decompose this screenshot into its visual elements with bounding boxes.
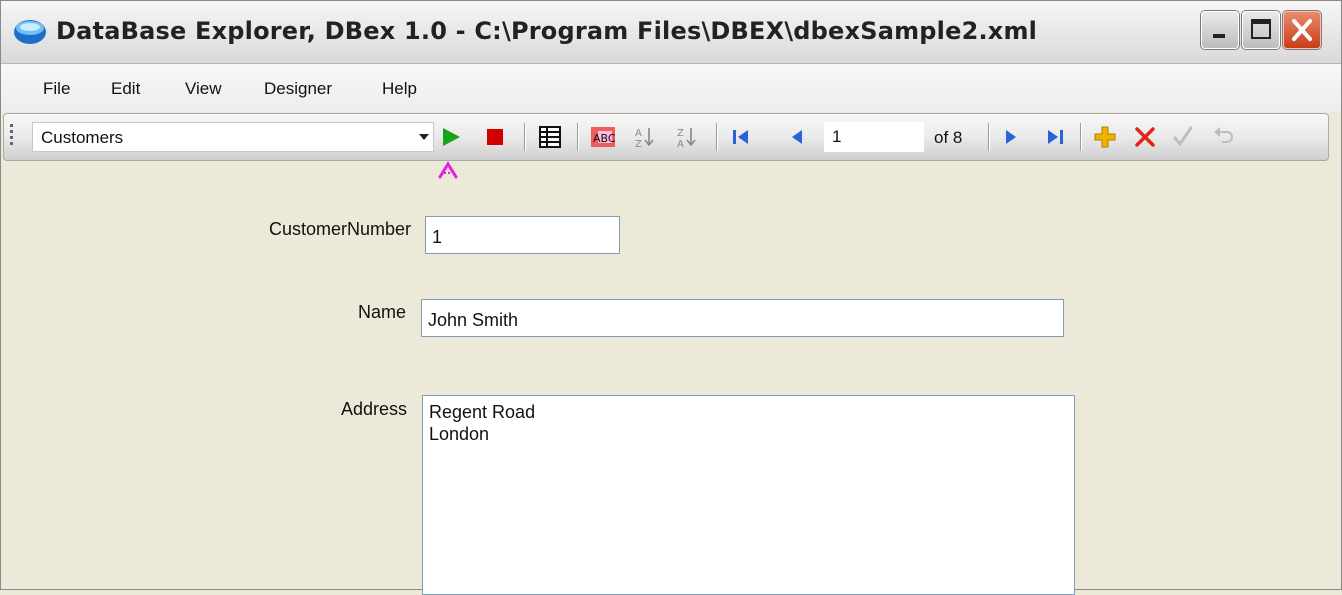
next-record-icon[interactable] — [998, 124, 1024, 150]
sort-descending-icon[interactable]: Z A — [674, 124, 700, 150]
table-select-value: Customers — [41, 128, 124, 147]
close-icon — [1292, 19, 1312, 41]
first-record-icon[interactable] — [728, 124, 754, 150]
record-count-label: of 8 — [934, 128, 963, 147]
svg-text:A: A — [635, 128, 642, 139]
app-window: DataBase Explorer, DBex 1.0 - C:\Program… — [0, 0, 1342, 595]
spell-check-icon[interactable]: ABC — [590, 124, 616, 150]
title-bar[interactable]: DataBase Explorer, DBex 1.0 - C:\Program… — [1, 1, 1341, 64]
database-icon — [14, 20, 46, 44]
toolbar-separator — [716, 123, 718, 151]
address-label: Address — [340, 399, 407, 419]
minimize-button[interactable] — [1201, 11, 1239, 49]
table-select[interactable]: Customers — [32, 122, 434, 152]
maximize-button[interactable] — [1242, 11, 1280, 49]
window-title: DataBase Explorer, DBex 1.0 - C:\Program… — [56, 17, 1038, 45]
svg-text:Z: Z — [677, 128, 684, 139]
add-record-icon[interactable] — [1092, 124, 1118, 150]
cursor-marker-icon — [438, 161, 458, 179]
last-record-icon[interactable] — [1042, 124, 1068, 150]
address-field[interactable]: Regent Road London — [422, 395, 1075, 595]
save-check-icon[interactable] — [1170, 124, 1196, 150]
maximize-icon — [1251, 19, 1271, 39]
svg-text:Z: Z — [635, 139, 642, 150]
toolbar-grip[interactable] — [10, 124, 14, 150]
menu-edit[interactable]: Edit — [111, 79, 140, 99]
toolbar-separator — [577, 123, 579, 151]
menu-file[interactable]: File — [43, 79, 70, 99]
undo-icon[interactable] — [1210, 124, 1236, 150]
run-icon[interactable] — [438, 124, 464, 150]
menu-bar: File Edit View Designer Help — [1, 64, 1341, 112]
svg-text:ABC: ABC — [593, 132, 616, 145]
delete-record-icon[interactable] — [1132, 124, 1158, 150]
customer-number-field[interactable] — [425, 216, 620, 254]
name-label: Name — [357, 302, 406, 322]
grid-view-icon[interactable] — [537, 124, 563, 150]
customer-number-label: CustomerNumber — [268, 219, 411, 239]
previous-record-icon[interactable] — [784, 124, 810, 150]
dropdown-arrow-icon[interactable] — [419, 134, 429, 140]
toolbar: Customers ABC A Z Z A 1 of 8 — [3, 113, 1329, 161]
svg-text:A: A — [677, 139, 684, 150]
record-position-input[interactable] — [824, 122, 924, 152]
close-button[interactable] — [1283, 11, 1321, 49]
name-field[interactable] — [421, 299, 1064, 337]
sort-ascending-icon[interactable]: A Z — [632, 124, 658, 150]
menu-view[interactable]: View — [185, 79, 222, 99]
menu-help[interactable]: Help — [382, 79, 417, 99]
menu-designer[interactable]: Designer — [264, 79, 332, 99]
toolbar-separator — [1080, 123, 1082, 151]
toolbar-separator — [988, 123, 990, 151]
toolbar-separator — [524, 123, 526, 151]
stop-icon[interactable] — [482, 124, 508, 150]
minimize-icon — [1213, 34, 1225, 38]
